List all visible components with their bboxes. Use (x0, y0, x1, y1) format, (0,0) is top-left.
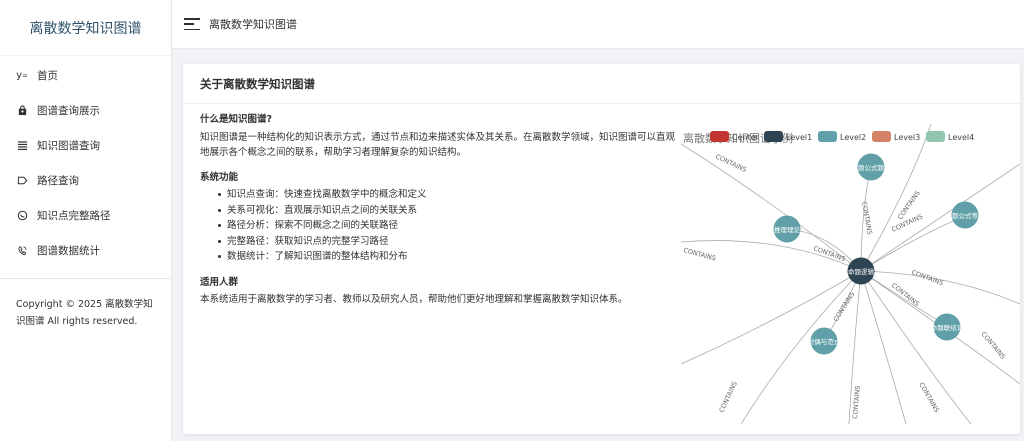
home-icon: y = (16, 70, 28, 81)
list-item: 路径分析：探索不同概念之间的关联路径 (218, 218, 680, 234)
sidebar-item-label: 路径查询 (37, 175, 79, 187)
svg-text:命题联结词: 命题联结词 (931, 323, 964, 332)
sidebar-brand[interactable]: 离散数学知识图谱 (0, 0, 171, 56)
graph-node-n5[interactable]: 对偶与范式 (808, 327, 841, 355)
phone-icon (16, 245, 28, 257)
menu-toggle-icon[interactable] (184, 18, 200, 30)
section-title-features: 系统功能 (200, 171, 239, 183)
svg-text:Level3: Level3 (894, 133, 920, 142)
list-item: 关系可视化：直观展示知识点之间的关联关系 (218, 203, 680, 219)
svg-text:Center: Center (732, 133, 760, 142)
graph-edge (740, 270, 862, 424)
list-item: 数据统计：了解知识图谱的整体结构和分布 (218, 249, 680, 265)
section-body-audience: 本系统适用于离散数学的学习者、教师以及研究人员，帮助他们更好地理解和掌握离散数学… (200, 294, 628, 305)
list-item: 完整路径：获取知识点的完整学习路径 (218, 234, 680, 250)
sidebar-item-home[interactable]: y = 首页 (0, 58, 171, 93)
svg-text:题公式等: 题公式等 (952, 211, 979, 220)
graph-node-n1[interactable]: 题公式题 (857, 153, 885, 181)
sidebar-menu: y = 首页 图谱查询展示 知识图谱查询 路径查询 知识点完整路径 图谱数据统计 (0, 56, 171, 268)
sidebar-item-graph-display[interactable]: 图谱查询展示 (0, 93, 171, 128)
edge-label: CONTAINS (682, 246, 716, 262)
copyright-text: Copyright © 2025 离散数学知识图谱 All rights res… (16, 299, 153, 327)
edge-label: CONTAINS (979, 330, 1007, 361)
chat-icon (16, 210, 28, 222)
svg-text:题公式题: 题公式题 (858, 163, 885, 172)
svg-text:命题逻辑: 命题逻辑 (848, 267, 875, 276)
svg-text:Level1: Level1 (786, 133, 812, 142)
section-body-what: 知识图谱是一种结构化的知识表示方式，通过节点和边来描述实体及其关系。在离散数学领… (200, 131, 676, 159)
topbar: 离散数学知识图谱 (172, 0, 1024, 49)
graph-edge (860, 270, 972, 424)
topbar-title: 离散数学知识图谱 (209, 18, 297, 31)
graph-edge (860, 163, 1020, 272)
bag-icon (16, 105, 28, 117)
edge-label: CONTAINS (910, 268, 944, 287)
section-title-audience: 适用人群 (200, 276, 239, 288)
knowledge-graph[interactable]: CONTAINS CONTAINS CONTAINS CONTAINS CONT… (681, 124, 1020, 424)
card-title: 关于离散数学知识图谱 (183, 64, 1020, 104)
svg-text:Level4: Level4 (948, 133, 974, 142)
legend-item-level2[interactable]: Level2 (818, 131, 866, 142)
edge-label: CONTAINS (832, 291, 856, 324)
list-icon (16, 140, 28, 152)
sidebar-item-statistics[interactable]: 图谱数据统计 (0, 233, 171, 268)
sidebar-divider (0, 278, 171, 279)
graph-node-n4[interactable]: 命题联结词 (931, 313, 964, 341)
legend-item-level1[interactable]: Level1 (764, 131, 812, 142)
sidebar-item-label: 图谱数据统计 (37, 245, 100, 257)
edge-label: CONTAINS (851, 385, 862, 419)
sidebar-item-label: 图谱查询展示 (37, 105, 100, 117)
sidebar-item-label: 知识图谱查询 (37, 140, 100, 152)
edge-label: CONTAINS (890, 281, 921, 308)
features-list: 知识点查询：快速查找离散数学中的概念和定义 关系可视化：直观展示知识点之间的关联… (200, 187, 680, 265)
legend-item-level4[interactable]: Level4 (926, 131, 974, 142)
legend-item-center[interactable]: Center (710, 131, 760, 142)
sidebar: 离散数学知识图谱 y = 首页 图谱查询展示 知识图谱查询 路径查询 知识点完整… (0, 0, 172, 441)
sidebar-item-label: 知识点完整路径 (37, 210, 111, 222)
list-item: 知识点查询：快速查找离散数学中的概念和定义 (218, 187, 680, 203)
edge-label: CONTAINS (714, 153, 748, 174)
svg-text:Level2: Level2 (840, 133, 866, 142)
tag-icon (16, 175, 28, 187)
svg-text:对偶与范式: 对偶与范式 (808, 337, 841, 346)
legend-item-level3[interactable]: Level3 (872, 131, 920, 142)
about-text: 什么是知识图谱? 知识图谱是一种结构化的知识表示方式，通过节点和边来描述实体及其… (200, 112, 680, 317)
sidebar-item-kg-query[interactable]: 知识图谱查询 (0, 128, 171, 163)
edge-labels: CONTAINS CONTAINS CONTAINS CONTAINS CONT… (682, 153, 1007, 420)
graph-nodes: 题公式题 推理理论 题公式等 命题联结词 对偶与范式 命题逻辑 (773, 153, 979, 355)
graph-node-n3[interactable]: 题公式等 (951, 201, 979, 229)
sidebar-item-path-query[interactable]: 路径查询 (0, 163, 171, 198)
sidebar-item-label: 首页 (37, 70, 58, 82)
about-card: 关于离散数学知识图谱 什么是知识图谱? 知识图谱是一种结构化的知识表示方式，通过… (183, 64, 1020, 434)
graph-node-n2[interactable]: 推理理论 (773, 215, 801, 243)
section-title-what: 什么是知识图谱? (200, 114, 273, 125)
graph-legend: Center Level1 Level2 Level3 Level4 (710, 131, 974, 142)
edge-label: CONTAINS (917, 381, 941, 414)
sidebar-item-full-path[interactable]: 知识点完整路径 (0, 198, 171, 233)
graph-edge (860, 124, 932, 272)
graph-node-center[interactable]: 命题逻辑 (847, 257, 875, 285)
svg-text:推理理论: 推理理论 (774, 225, 801, 234)
edge-label: CONTAINS (718, 380, 739, 414)
